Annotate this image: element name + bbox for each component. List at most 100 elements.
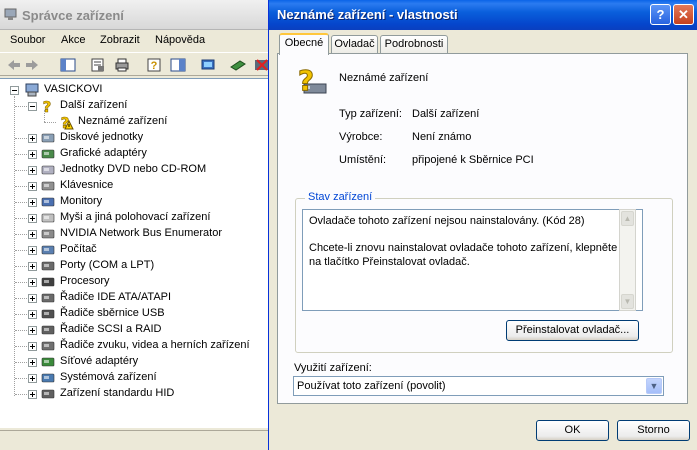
tree-connector <box>15 330 27 331</box>
usb-icon <box>41 309 55 319</box>
device-manager-title: Správce zařízení <box>22 8 124 23</box>
tree-connector <box>15 234 27 235</box>
tree-expander[interactable] <box>28 134 37 143</box>
tree-expander[interactable] <box>28 278 37 287</box>
menu-napoveda[interactable]: Nápověda <box>155 34 205 46</box>
tree-expander[interactable] <box>28 166 37 175</box>
network-adapter-icon <box>41 357 55 367</box>
tree-item-label: Řadiče zvuku, videa a herních zařízení <box>60 339 250 351</box>
tree-view-icon[interactable] <box>60 57 76 73</box>
properties-dialog: Neznámé zařízení - vlastnosti ? ✕ Obecné… <box>268 0 697 450</box>
tree-item-label: Řadiče IDE ATA/ATAPI <box>60 291 172 303</box>
scan-hardware-icon[interactable] <box>200 57 216 73</box>
status-scrollbar[interactable]: ▲ ▼ <box>619 209 636 311</box>
mouse-icon <box>41 213 55 223</box>
ide-controller-icon <box>41 293 55 303</box>
tree-connector <box>15 314 27 315</box>
tree-expander[interactable] <box>28 374 37 383</box>
back-icon[interactable] <box>6 57 22 73</box>
cdrom-icon <box>41 165 55 175</box>
usage-label: Využití zařízení: <box>294 362 372 374</box>
console-icon[interactable] <box>170 57 186 73</box>
tree-expander[interactable] <box>28 262 37 271</box>
tree-connector <box>15 378 27 379</box>
tree-expander[interactable] <box>28 214 37 223</box>
tree-connector <box>15 202 27 203</box>
expander-root[interactable] <box>10 86 19 95</box>
dialog-title: Neznámé zařízení - vlastnosti <box>277 7 458 22</box>
tab-ovladac[interactable]: Ovladač <box>331 35 378 54</box>
tree-expander[interactable] <box>28 246 37 255</box>
prop-label-manufacturer: Výrobce: <box>339 131 383 143</box>
toolbar: ? <box>0 52 272 76</box>
tree-expander[interactable] <box>28 326 37 335</box>
device-manager-statusbar <box>0 430 272 450</box>
tree-item-label: Grafické adaptéry <box>60 147 147 159</box>
tree-connector <box>44 122 56 123</box>
menu-soubor[interactable]: Soubor <box>10 34 45 46</box>
tree-connector <box>15 394 27 395</box>
tree-connector <box>15 346 27 347</box>
tree-expander[interactable] <box>28 150 37 159</box>
svg-text:?: ? <box>298 66 314 97</box>
cancel-button[interactable]: Storno <box>617 420 690 441</box>
dialog-titlebar[interactable]: Neznámé zařízení - vlastnosti ? ✕ <box>269 0 697 30</box>
ok-button[interactable]: OK <box>536 420 609 441</box>
tree-connector <box>44 110 45 122</box>
port-icon <box>41 261 55 271</box>
device-manager-titlebar[interactable]: Správce zařízení <box>0 0 272 30</box>
tree-item-label: Porty (COM a LPT) <box>60 259 155 271</box>
tree-item-label: Neznámé zařízení <box>78 115 168 127</box>
properties-icon[interactable] <box>90 57 106 73</box>
prop-value-location: připojené k Sběrnice PCI <box>412 154 534 166</box>
reinstall-driver-button[interactable]: Přeinstalovat ovladač... <box>506 320 639 341</box>
unknown-device-icon: ? <box>297 66 327 98</box>
tree-connector <box>15 362 27 363</box>
sound-icon <box>41 341 55 351</box>
print-icon[interactable] <box>114 57 130 73</box>
tree-expander[interactable] <box>28 198 37 207</box>
device-manager-window: Správce zařízení Soubor Akce Zobrazit Ná… <box>0 0 272 450</box>
tree-connector <box>15 218 27 219</box>
tree-connector <box>15 106 27 107</box>
tree-item-label: Řadiče sběrnice USB <box>60 307 165 319</box>
update-driver-icon[interactable] <box>230 57 246 73</box>
menu-akce[interactable]: Akce <box>61 34 85 46</box>
tree-expander[interactable] <box>28 182 37 191</box>
forward-icon[interactable] <box>24 57 40 73</box>
tree-expander[interactable] <box>28 358 37 367</box>
scroll-down-icon[interactable]: ▼ <box>621 294 634 309</box>
unknown-device-warning-icon: ? <box>60 114 74 130</box>
device-tree[interactable]: VASICKOVI ? Další zařízení? Neznámé zaříze… <box>0 78 272 428</box>
chevron-down-icon[interactable]: ▼ <box>646 378 662 394</box>
tree-item-label: Diskové jednotky <box>60 131 144 143</box>
tree-expander[interactable] <box>28 294 37 303</box>
menu-zobrazit[interactable]: Zobrazit <box>100 34 140 46</box>
scroll-up-icon[interactable]: ▲ <box>621 211 634 226</box>
tree-item-label: Klávesnice <box>60 179 114 191</box>
tree-guide-line <box>14 96 15 396</box>
device-status-text[interactable]: Ovladače tohoto zařízení nejsou nainstal… <box>302 209 643 311</box>
tree-item-label: Myši a jiná polohovací zařízení <box>60 211 211 223</box>
status-line-3: na tlačítko Přeinstalovat ovladač. <box>309 256 470 268</box>
tab-obecne[interactable]: Obecné <box>279 33 329 55</box>
computer-icon <box>25 83 39 97</box>
close-button[interactable]: ✕ <box>673 4 694 25</box>
help-button[interactable]: ? <box>650 4 671 25</box>
prop-value-type: Další zařízení <box>412 108 480 120</box>
tree-expander[interactable] <box>28 102 37 111</box>
tree-item-label: Řadiče SCSI a RAID <box>60 323 162 335</box>
status-line-1: Ovladače tohoto zařízení nejsou nainstal… <box>309 215 585 227</box>
tree-expander[interactable] <box>28 310 37 319</box>
tab-podrobnosti[interactable]: Podrobnosti <box>380 35 448 54</box>
tree-connector <box>15 154 27 155</box>
tree-expander[interactable] <box>28 342 37 351</box>
menubar: Soubor Akce Zobrazit Nápověda <box>0 30 272 50</box>
tree-expander[interactable] <box>28 230 37 239</box>
computer-icon <box>41 245 55 255</box>
help-icon[interactable]: ? <box>146 57 162 73</box>
svg-text:?: ? <box>151 60 158 72</box>
device-usage-select[interactable]: Používat toto zařízení (povolit) ▼ <box>293 376 664 396</box>
hid-icon <box>41 389 55 399</box>
tree-expander[interactable] <box>28 390 37 399</box>
